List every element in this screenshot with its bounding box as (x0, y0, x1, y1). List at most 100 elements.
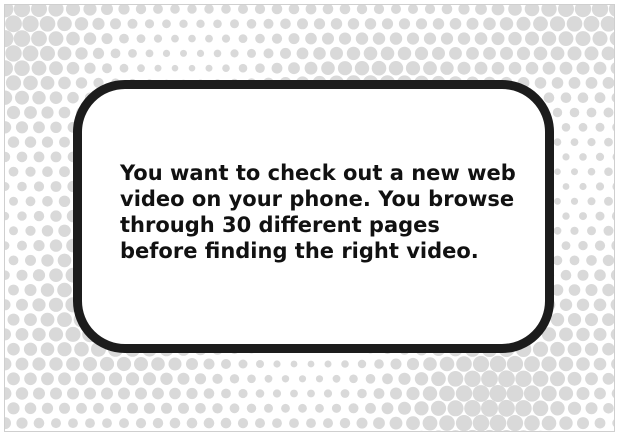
halftone-dot (550, 371, 565, 387)
halftone-dot (153, 5, 163, 14)
halftone-dot (612, 153, 614, 161)
halftone-dot (203, 417, 215, 429)
halftone-dot (577, 92, 589, 103)
halftone-dot (229, 403, 240, 414)
halftone-dot (414, 372, 429, 386)
halftone-dot (322, 32, 334, 45)
halftone-dot (40, 312, 55, 327)
halftone-dot (119, 418, 129, 429)
halftone-dot (48, 297, 64, 312)
halftone-dot (305, 32, 317, 45)
halftone-dot (541, 31, 557, 46)
halftone-dot (212, 373, 223, 384)
halftone-dot (578, 122, 588, 132)
halftone-dot (7, 402, 20, 415)
halftone-dot (58, 76, 71, 90)
halftone-dot (238, 63, 248, 73)
halftone-dot (152, 387, 164, 400)
halftone-dot (585, 313, 598, 327)
halftone-dot (431, 371, 446, 387)
halftone-dot (602, 342, 614, 356)
halftone-dot (160, 372, 173, 385)
halftone-dot (472, 385, 490, 402)
halftone-dot (272, 418, 282, 428)
halftone-dot (562, 183, 570, 190)
halftone-dot (40, 283, 55, 297)
halftone-dot (424, 5, 436, 15)
halftone-dot (397, 46, 412, 61)
halftone-dot (32, 327, 46, 342)
halftone-dot (75, 47, 88, 60)
halftone-dot (290, 389, 298, 398)
halftone-dot (612, 419, 614, 427)
halftone-dot (65, 326, 81, 342)
halftone-dot (489, 385, 507, 402)
halftone-dot (587, 167, 596, 176)
halftone-dot (423, 61, 437, 76)
halftone-dot (585, 402, 598, 415)
halftone-dot (550, 401, 565, 416)
halftone-dot (281, 403, 290, 413)
halftone-dot (608, 5, 614, 17)
halftone-dot (50, 210, 62, 222)
halftone-dot (435, 430, 442, 431)
halftone-dot (567, 313, 582, 327)
halftone-dot (500, 46, 513, 60)
halftone-dot (255, 418, 265, 429)
halftone-dot (33, 240, 45, 252)
halftone-dot (538, 430, 543, 431)
halftone-dot (592, 31, 608, 47)
halftone-dot (203, 358, 215, 370)
halftone-dot (566, 15, 583, 32)
halftone-dot (389, 32, 403, 45)
halftone-dot (398, 431, 411, 432)
halftone-dot (16, 151, 28, 163)
halftone-dot (365, 374, 376, 384)
halftone-dot (357, 359, 367, 369)
halftone-dot (568, 284, 581, 296)
halftone-dot (337, 61, 353, 76)
halftone-dot (406, 357, 420, 371)
halftone-dot (611, 389, 614, 398)
halftone-dot (238, 388, 248, 399)
halftone-dot (472, 414, 490, 431)
halftone-dot (612, 183, 614, 190)
halftone-dot (579, 212, 587, 221)
halftone-dot (414, 401, 429, 416)
halftone-dot (238, 34, 248, 43)
halftone-dot (498, 370, 515, 388)
halftone-dot (13, 30, 31, 47)
halftone-dot (523, 385, 541, 402)
halftone-dot (5, 357, 12, 371)
halftone-dot (475, 5, 487, 15)
halftone-dot (307, 389, 315, 398)
halftone-dot (415, 18, 428, 30)
halftone-dot (93, 402, 104, 414)
halftone-dot (373, 5, 385, 15)
halftone-dot (137, 64, 145, 73)
halftone-dot (288, 33, 300, 45)
halftone-dot (307, 360, 315, 368)
halftone-dot (322, 5, 334, 15)
halftone-dot (59, 402, 70, 414)
halftone-dot (472, 355, 490, 373)
halftone-dot (5, 182, 10, 191)
halftone-dot (423, 32, 437, 45)
halftone-dot (439, 356, 455, 372)
halftone-dot (578, 240, 588, 251)
halftone-dot (24, 284, 37, 296)
halftone-dot (595, 182, 605, 191)
scenario-line-1: You want to check out a new web (120, 161, 516, 185)
halftone-dot (5, 241, 10, 250)
halftone-dot (15, 387, 29, 400)
halftone-dot (161, 402, 172, 414)
halftone-dot (365, 402, 376, 414)
halftone-dot (153, 34, 163, 43)
halftone-dot (489, 414, 507, 431)
halftone-dot (458, 5, 470, 15)
halftone-dot (24, 313, 37, 326)
halftone-dot (423, 357, 437, 371)
halftone-dot (506, 355, 524, 373)
halftone-dot (57, 312, 72, 327)
halftone-dot (17, 240, 27, 251)
